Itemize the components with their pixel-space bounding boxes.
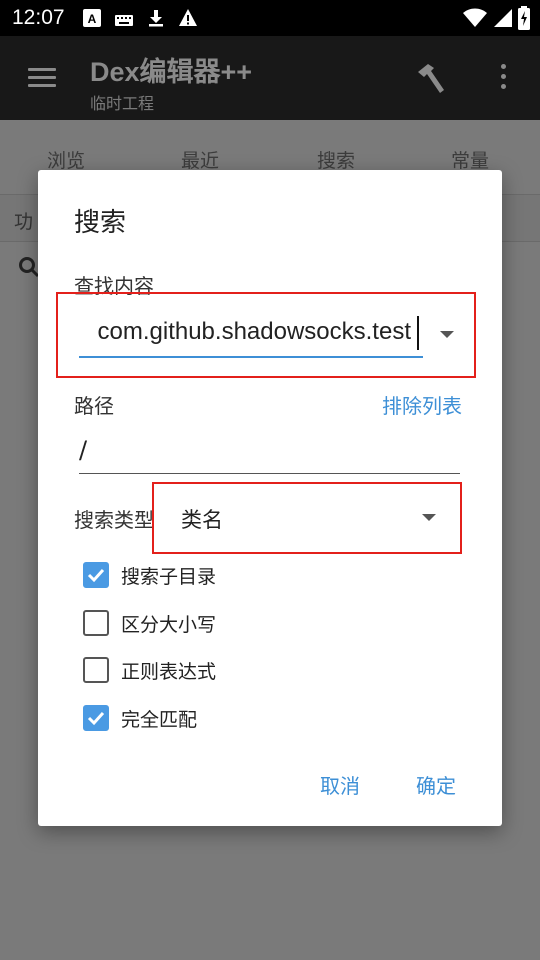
hammer-icon[interactable] xyxy=(414,62,448,96)
download-icon xyxy=(149,10,163,27)
tab-browse[interactable]: 浏览 xyxy=(47,146,85,173)
app-title: Dex编辑器++ xyxy=(90,57,253,87)
checkbox-checked-icon[interactable] xyxy=(83,562,109,588)
path-label: 路径 xyxy=(74,394,114,418)
keyboard-icon xyxy=(115,15,133,26)
checkbox-unchecked-icon[interactable] xyxy=(83,610,109,636)
checkbox-label: 完全匹配 xyxy=(121,709,198,731)
exclude-list-link[interactable]: 排除列表 xyxy=(382,390,462,419)
app-bar: Dex编辑器++ 临时工程 xyxy=(0,36,540,120)
menu-icon[interactable] xyxy=(28,68,56,88)
search-type-label: 搜索类型 xyxy=(74,508,154,532)
background-row-text: 功 xyxy=(14,211,34,233)
tab-search[interactable]: 搜索 xyxy=(317,146,355,173)
signal-icon xyxy=(494,9,512,27)
annotation-box-find xyxy=(56,292,476,378)
status-time: 12:07 xyxy=(12,6,65,29)
more-options-icon[interactable] xyxy=(496,64,510,94)
path-input[interactable]: / xyxy=(79,434,460,474)
dialog-title: 搜索 xyxy=(74,208,127,238)
checkbox-label: 搜索子目录 xyxy=(121,566,217,588)
path-value: / xyxy=(79,436,88,464)
app-subtitle: 临时工程 xyxy=(90,94,155,113)
status-bar: 12:07 A xyxy=(0,0,540,36)
ok-button[interactable]: 确定 xyxy=(416,770,456,799)
tab-recent[interactable]: 最近 xyxy=(181,146,219,173)
background-search-icon xyxy=(19,257,40,278)
checkbox-label: 正则表达式 xyxy=(121,661,217,683)
cancel-button[interactable]: 取消 xyxy=(320,770,360,799)
checkbox-label: 区分大小写 xyxy=(121,614,217,636)
wifi-icon xyxy=(463,8,487,27)
tab-constants[interactable]: 常量 xyxy=(451,146,489,173)
checkbox-unchecked-icon[interactable] xyxy=(83,657,109,683)
annotation-box-type xyxy=(152,482,462,554)
battery-charging-icon xyxy=(518,6,530,30)
svg-text:A: A xyxy=(88,12,97,26)
warning-icon xyxy=(179,9,197,26)
checkbox-checked-icon[interactable] xyxy=(83,705,109,731)
keyboard-a-icon: A xyxy=(83,9,101,27)
